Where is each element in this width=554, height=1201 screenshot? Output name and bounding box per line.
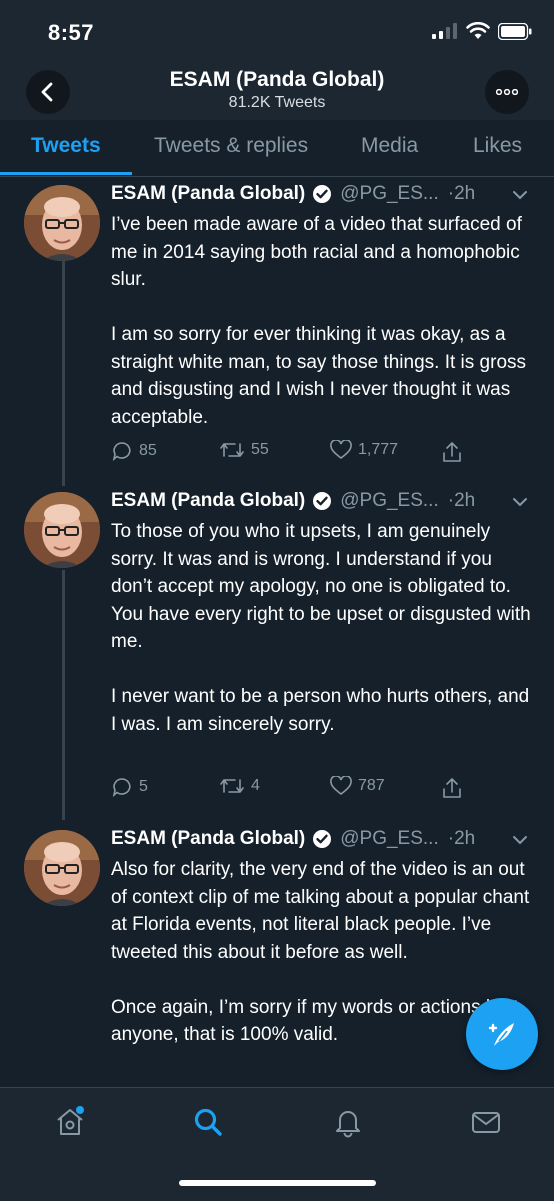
nav-notifications[interactable] <box>332 1106 364 1143</box>
tab-likes[interactable]: Likes <box>473 134 522 158</box>
wifi-icon <box>466 22 490 39</box>
chevron-down-icon[interactable] <box>512 190 528 200</box>
like-count: 1,777 <box>358 441 399 458</box>
author-handle[interactable]: @PG_ES... <box>340 490 439 512</box>
tab-tweets[interactable]: Tweets <box>31 134 101 158</box>
tweet-time: ·2h <box>447 183 476 204</box>
retweet-button[interactable]: 55 <box>219 440 269 460</box>
avatar-image <box>24 492 100 568</box>
tweet-actions: 85 55 1,777 <box>111 440 511 466</box>
tweet-text: To those of you who it upsets, I am genu… <box>111 521 531 735</box>
verified-badge-icon <box>313 185 332 203</box>
share-button[interactable] <box>441 776 463 800</box>
avatar[interactable] <box>24 492 100 568</box>
share-button[interactable] <box>441 440 463 464</box>
heart-icon <box>330 440 352 460</box>
author-handle[interactable]: @PG_ES... <box>340 183 439 205</box>
tweet-header: ESAM (Panda Global) @PG_ES... ·2h <box>111 828 475 850</box>
reply-button[interactable]: 85 <box>111 440 157 462</box>
tweet-count: 81.2K Tweets <box>228 94 326 111</box>
like-count: 787 <box>358 777 385 794</box>
reply-count: 5 <box>139 778 148 795</box>
tweet-header: ESAM (Panda Global) @PG_ES... ·2h <box>111 183 475 205</box>
like-button[interactable]: 1,777 <box>330 440 398 460</box>
nav-search[interactable] <box>192 1106 224 1143</box>
more-button[interactable] <box>485 70 529 114</box>
profile-tabs: Tweets Tweets & replies Media Likes <box>0 120 554 177</box>
signal-icon <box>432 23 457 39</box>
retweet-count: 4 <box>251 777 260 794</box>
more-icon <box>496 89 518 95</box>
notifications-icon <box>336 1111 360 1138</box>
like-button[interactable]: 787 <box>330 776 385 796</box>
reply-icon <box>112 442 131 462</box>
retweet-icon <box>220 443 244 457</box>
status-icons <box>432 22 532 40</box>
search-icon <box>194 1108 222 1136</box>
active-tab-indicator <box>0 172 132 175</box>
messages-icon <box>472 1112 500 1133</box>
tweet[interactable]: ESAM (Panda Global) @PG_ES... ·2h I’ve b… <box>0 176 554 476</box>
compose-tweet-button[interactable] <box>466 998 538 1070</box>
avatar-image <box>24 830 100 906</box>
retweet-count: 55 <box>251 441 269 458</box>
tweet[interactable]: ESAM (Panda Global) @PG_ES... ·2h To tho… <box>0 476 554 816</box>
author-name[interactable]: ESAM (Panda Global) <box>111 183 305 205</box>
compose-tweet-icon <box>488 1023 514 1046</box>
reply-button[interactable]: 5 <box>111 776 148 798</box>
tweet-time: ·2h <box>447 828 476 849</box>
heart-icon <box>330 776 352 796</box>
home-indicator <box>179 1180 376 1186</box>
tweet-header: ESAM (Panda Global) @PG_ES... ·2h <box>111 490 475 512</box>
verified-badge-icon <box>313 830 332 848</box>
author-name[interactable]: ESAM (Panda Global) <box>111 490 305 512</box>
tab-media[interactable]: Media <box>361 134 418 158</box>
avatar-image <box>24 185 100 261</box>
author-handle[interactable]: @PG_ES... <box>340 828 439 850</box>
avatar[interactable] <box>24 185 100 261</box>
profile-name: ESAM (Panda Global) <box>169 68 385 91</box>
chevron-down-icon[interactable] <box>512 835 528 845</box>
tweet-actions: 5 4 787 <box>111 776 511 802</box>
nav-messages[interactable] <box>470 1106 502 1143</box>
retweet-icon <box>220 779 244 793</box>
reply-count: 85 <box>139 442 157 459</box>
tweet-text: I’ve been made aware of a video that sur… <box>111 214 527 428</box>
status-time: 8:57 <box>48 20 95 45</box>
nav-home[interactable] <box>54 1106 86 1143</box>
tab-tweets-replies[interactable]: Tweets & replies <box>154 134 308 158</box>
author-name[interactable]: ESAM (Panda Global) <box>111 828 305 850</box>
status-bar: 8:57 <box>0 0 554 62</box>
profile-header: ESAM (Panda Global) 81.2K Tweets <box>0 62 554 120</box>
chevron-down-icon[interactable] <box>512 497 528 507</box>
share-icon <box>443 442 461 462</box>
avatar[interactable] <box>24 830 100 906</box>
home-icon <box>57 1106 84 1135</box>
battery-icon <box>498 22 532 40</box>
retweet-button[interactable]: 4 <box>219 776 260 796</box>
share-icon <box>443 778 461 798</box>
reply-icon <box>112 778 131 798</box>
tweet-time: ·2h <box>447 490 476 511</box>
verified-badge-icon <box>313 492 332 510</box>
